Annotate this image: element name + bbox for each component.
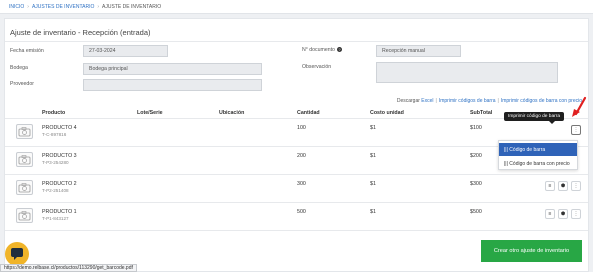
- documento-field[interactable]: Recepción manual: [376, 45, 461, 57]
- breadcrumb-separator: ›: [97, 4, 100, 10]
- stock-button[interactable]: ⬢: [558, 181, 568, 191]
- menu-item-barcode-label: Código de barra: [509, 147, 546, 153]
- status-bar-url: https://demo.relbase.cl/productos/113290…: [0, 264, 137, 272]
- quantity-cell: 200: [297, 153, 306, 159]
- product-name: PRODUCTO 1: [42, 209, 77, 215]
- quantity-cell: 300: [297, 181, 306, 187]
- header-costo: Costo unidad: [370, 110, 404, 116]
- header-ubicacion: Ubicación: [219, 110, 245, 116]
- excel-link[interactable]: Excel: [421, 98, 433, 104]
- list-button[interactable]: ≡: [545, 181, 555, 191]
- quantity-cell: 500: [297, 209, 306, 215]
- product-name: PRODUCTO 3: [42, 153, 77, 159]
- subtotal-cell: $500: [470, 209, 482, 215]
- cost-cell: $1: [370, 209, 376, 215]
- cost-cell: $1: [370, 153, 376, 159]
- quantity-cell: 100: [297, 125, 306, 131]
- menu-item-barcode-price-label: Código de barra con precio: [509, 161, 570, 167]
- red-arrow-icon: [572, 96, 587, 117]
- product-name: PRODUCTO 4: [42, 125, 77, 131]
- header-subtotal: SubTotal: [470, 110, 493, 116]
- header-lote: Lote/Serie: [137, 110, 163, 116]
- download-links: Descargar Excel | Imprimir códigos de barr…: [397, 98, 582, 104]
- link-separator: |: [497, 98, 499, 104]
- divider: [5, 41, 588, 42]
- fecha-label: Fecha emisión: [10, 48, 44, 54]
- menu-item-barcode-price[interactable]: ||| Código de barra con precio: [499, 157, 577, 170]
- observacion-label: Observación: [302, 64, 332, 70]
- subtotal-cell: $100: [470, 125, 482, 131]
- more-options-button[interactable]: ⋮: [571, 125, 581, 135]
- page-title: Ajuste de inventario - Recepción (entrad…: [10, 28, 151, 37]
- header-cantidad: Cantidad: [297, 110, 320, 116]
- create-adjustment-button[interactable]: Crear otro ajuste de inventario: [481, 240, 582, 262]
- chat-widget-button[interactable]: [5, 242, 29, 266]
- barcode-dropdown-menu: ||| Código de barra ||| Código de barra …: [498, 140, 578, 170]
- product-code: T-C-897816: [42, 132, 67, 137]
- breadcrumb-section[interactable]: AJUSTES DE INVENTARIO: [32, 4, 94, 10]
- help-icon[interactable]: ?: [336, 47, 342, 52]
- breadcrumb-current: AJUSTE DE INVENTARIO: [102, 4, 162, 10]
- proveedor-field[interactable]: [83, 79, 262, 91]
- table-row: PRODUCTO 1 T-P1-843127 500 $1 $500 ≡ ⬢ ⋮: [5, 203, 588, 231]
- breadcrumb-home[interactable]: INICIO: [9, 4, 24, 10]
- breadcrumb: INICIO › AJUSTES DE INVENTARIO › AJUSTE DE I…: [9, 4, 161, 10]
- more-options-button[interactable]: ⋮: [571, 181, 581, 191]
- print-barcodes-link[interactable]: Imprimir códigos de barra: [439, 98, 496, 104]
- chat-icon: [11, 248, 23, 260]
- header-producto: Producto: [42, 110, 66, 116]
- documento-label: N° documento?: [302, 47, 342, 53]
- product-image-placeholder-icon: [16, 208, 33, 223]
- breadcrumb-separator: ›: [27, 4, 29, 10]
- proveedor-label: Proveedor: [10, 81, 34, 87]
- product-image-placeholder-icon: [16, 124, 33, 139]
- barcode-icon: |||: [504, 161, 508, 167]
- menu-item-barcode[interactable]: ||| Código de barra: [499, 143, 577, 156]
- table-row: PRODUCTO 2 T-P2-251408 300 $1 $300 ≡ ⬢ ⋮: [5, 175, 588, 203]
- product-image-placeholder-icon: [16, 180, 33, 195]
- product-code: T-P2-251408: [42, 188, 69, 193]
- link-separator: |: [435, 98, 437, 104]
- bodega-field[interactable]: Bodega principal: [83, 63, 262, 75]
- more-options-button[interactable]: ⋮: [571, 209, 581, 219]
- product-name: PRODUCTO 2: [42, 181, 77, 187]
- product-code: T-P3-254280: [42, 160, 69, 165]
- barcode-icon: |||: [504, 147, 508, 153]
- top-bar: INICIO › AJUSTES DE INVENTARIO › AJUSTE DE I…: [0, 0, 593, 14]
- product-code: T-P1-843127: [42, 216, 69, 221]
- subtotal-cell: $200: [470, 153, 482, 159]
- product-image-placeholder-icon: [16, 152, 33, 167]
- list-button[interactable]: ≡: [545, 209, 555, 219]
- download-label: Descargar: [396, 98, 420, 104]
- cost-cell: $1: [370, 125, 376, 131]
- fecha-field[interactable]: 27-03-2024: [83, 45, 168, 57]
- bodega-label: Bodega: [10, 65, 28, 71]
- barcode-tooltip: Imprimir código de barra: [504, 112, 564, 124]
- observacion-field[interactable]: [376, 62, 558, 83]
- cost-cell: $1: [370, 181, 376, 187]
- subtotal-cell: $300: [470, 181, 482, 187]
- stock-button[interactable]: ⬢: [558, 209, 568, 219]
